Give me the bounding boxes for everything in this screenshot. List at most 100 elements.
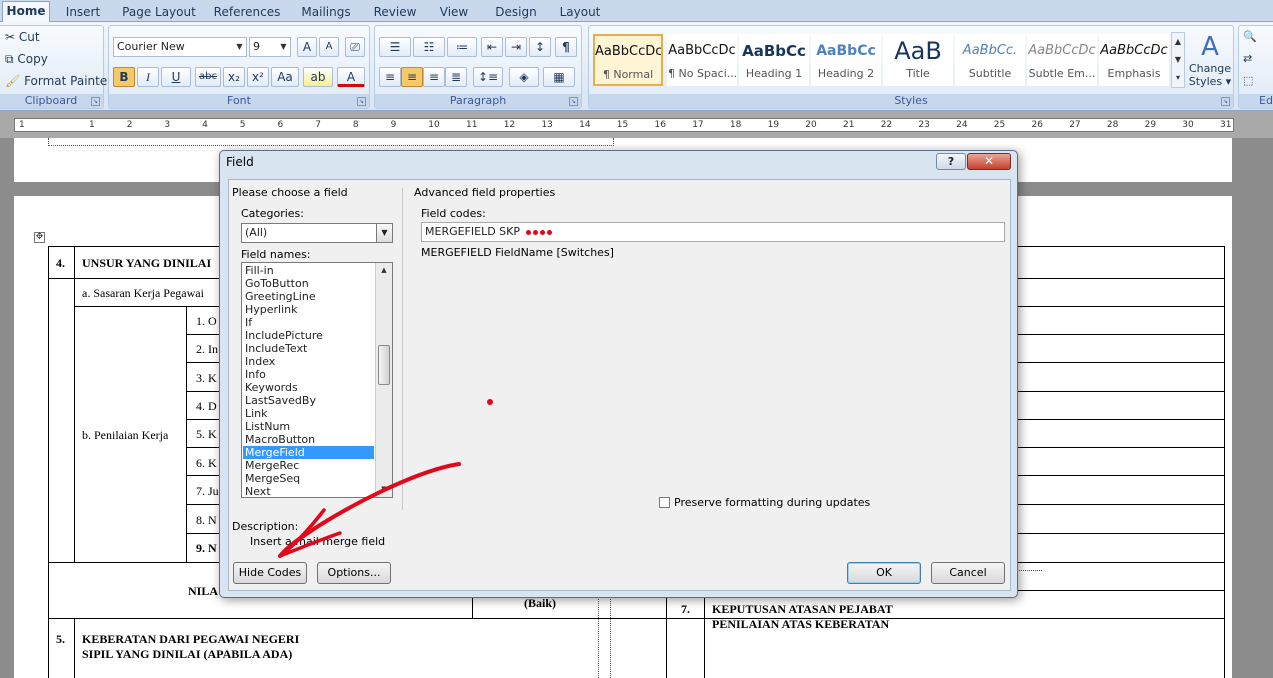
preserve-formatting-checkbox[interactable] — [659, 497, 670, 508]
syntax-hint: MERGEFIELD FieldName [Switches] — [421, 246, 614, 259]
list-item[interactable]: Hyperlink — [243, 303, 374, 316]
change-styles-button[interactable]: A Change Styles ▾ — [1187, 32, 1233, 88]
italic-button[interactable]: I — [137, 67, 159, 87]
field-codes-input[interactable]: MERGEFIELD SKP — [421, 222, 1005, 242]
list-item[interactable]: MergeRec — [243, 459, 374, 472]
decrease-indent-icon[interactable]: ⇤ — [481, 37, 503, 57]
font-color-icon[interactable]: A — [337, 67, 365, 87]
field-names-list[interactable]: Fill-in GoToButton GreetingLine Hyperlin… — [241, 262, 393, 498]
highlight-icon[interactable]: ab — [303, 67, 333, 87]
list-item[interactable]: Index — [243, 355, 374, 368]
shading-icon[interactable]: ◈ — [509, 67, 539, 87]
font-name-combo[interactable]: Courier New ▼ — [113, 37, 247, 57]
shrink-font-button[interactable]: A — [319, 37, 339, 57]
style-subtitle[interactable]: AaBbCc. Subtitle — [955, 34, 1025, 86]
help-button[interactable]: ? — [936, 153, 966, 170]
scrollbar-thumb[interactable] — [378, 345, 390, 385]
hide-codes-button[interactable]: Hide Codes — [233, 562, 307, 584]
cut-button[interactable]: ✂ Cut — [5, 30, 40, 44]
tab-design[interactable]: Design — [490, 3, 542, 22]
clipboard-launcher-icon[interactable]: ↘ — [91, 97, 100, 106]
superscript-button[interactable]: x² — [247, 67, 269, 87]
style-subtle-emphasis[interactable]: AaBbCcDc Subtle Em... — [1027, 34, 1097, 86]
replace-icon[interactable]: ⇄ — [1243, 52, 1252, 65]
field-list-scrollbar[interactable]: ▲ ▼ — [375, 263, 392, 497]
multilevel-list-icon[interactable]: ≔ — [447, 37, 477, 57]
bullets-icon[interactable]: ☰ — [379, 37, 411, 57]
list-item[interactable]: MergeSeq — [243, 472, 374, 485]
list-item[interactable]: ListNum — [243, 420, 374, 433]
bold-button[interactable]: B — [113, 67, 135, 87]
increase-indent-icon[interactable]: ⇥ — [505, 37, 527, 57]
numbering-icon[interactable]: ☷ — [413, 37, 445, 57]
grow-font-button[interactable]: A — [297, 37, 317, 57]
ruler-number: 28 — [1106, 120, 1119, 130]
list-item[interactable]: Fill-in — [243, 264, 374, 277]
align-center-icon[interactable]: ≡ — [401, 67, 423, 87]
tab-references[interactable]: References — [210, 3, 284, 22]
item-2: 2. In — [196, 342, 218, 356]
tab-insert[interactable]: Insert — [58, 3, 108, 22]
styles-launcher-icon[interactable]: ↘ — [1221, 97, 1230, 106]
tab-layout[interactable]: Layout — [554, 3, 606, 22]
styles-scroll-icon[interactable]: ▲ ▼ ▾ — [1171, 32, 1185, 88]
select-icon[interactable]: ⬚ — [1243, 74, 1253, 87]
close-button[interactable]: ✕ — [967, 153, 1011, 170]
list-item[interactable]: IncludePicture — [243, 329, 374, 342]
clipboard-group: ✂ Cut ⧉ Copy 🖌 Format Painter Clipboard … — [0, 25, 112, 109]
table-move-handle-icon[interactable]: ✥ — [34, 232, 45, 243]
list-item[interactable]: Info — [243, 368, 374, 381]
style-emphasis[interactable]: AaBbCcDc Emphasis — [1099, 34, 1169, 86]
list-item[interactable]: Next — [243, 485, 374, 497]
list-item-selected[interactable]: MergeField — [243, 446, 374, 459]
subscript-button[interactable]: x₂ — [223, 67, 245, 87]
ruler-number: 17 — [692, 120, 704, 130]
style-heading-1[interactable]: AaBbCc Heading 1 — [739, 34, 809, 86]
align-left-icon[interactable]: ≡ — [379, 67, 401, 87]
font-launcher-icon[interactable]: ↘ — [357, 97, 366, 106]
cancel-button[interactable]: Cancel — [931, 562, 1005, 584]
font-size-combo[interactable]: 9 ▼ — [249, 37, 291, 57]
list-item[interactable]: IncludeText — [243, 342, 374, 355]
line-spacing-icon[interactable]: ↕≡ — [473, 67, 503, 87]
change-case-button[interactable]: Aa — [271, 67, 299, 87]
scroll-up-icon[interactable]: ▲ — [376, 263, 392, 278]
strikethrough-button[interactable]: abc — [195, 67, 221, 87]
ok-button[interactable]: OK — [847, 562, 921, 584]
style-no-spacing[interactable]: AaBbCcDc ¶ No Spaci... — [667, 34, 737, 86]
options-button[interactable]: Options... — [317, 562, 391, 584]
underline-button[interactable]: U — [161, 67, 191, 87]
list-item[interactable]: Keywords — [243, 381, 374, 394]
change-styles-label-1: Change — [1188, 62, 1232, 75]
sort-icon[interactable]: ↕ — [529, 37, 551, 57]
list-item[interactable]: Link — [243, 407, 374, 420]
style-heading-2[interactable]: AaBbCc Heading 2 — [811, 34, 881, 86]
list-item[interactable]: GoToButton — [243, 277, 374, 290]
scroll-down-icon[interactable]: ▼ — [376, 482, 392, 497]
row7-line1: KEPUTUSAN ATASAN PEJABAT — [712, 602, 893, 616]
borders-icon[interactable]: ▦ — [543, 67, 575, 87]
list-item[interactable]: GreetingLine — [243, 290, 374, 303]
tab-page-layout[interactable]: Page Layout — [118, 3, 200, 22]
paragraph-launcher-icon[interactable]: ↘ — [569, 97, 578, 106]
find-icon[interactable]: 🔍 — [1243, 30, 1257, 43]
tab-mailings[interactable]: Mailings — [294, 3, 358, 22]
style-title[interactable]: AaB Title — [883, 34, 953, 86]
list-item[interactable]: LastSavedBy — [243, 394, 374, 407]
justify-icon[interactable]: ≣ — [445, 67, 467, 87]
format-painter-button[interactable]: 🖌 Format Painter — [5, 74, 112, 88]
styles-group-label: Styles — [589, 94, 1233, 108]
horizontal-ruler[interactable]: 1 1 2 3 4 5 6 7 8 9 10 11 12 13 14 15 16 17 18 19 20 21 22 23 24… — [14, 118, 1234, 132]
tab-home[interactable]: Home — [2, 1, 50, 23]
copy-button[interactable]: ⧉ Copy — [5, 52, 48, 67]
show-marks-button[interactable]: ¶ — [555, 37, 577, 57]
style-normal[interactable]: AaBbCcDc ¶ Normal — [593, 34, 663, 86]
categories-combo[interactable]: (All) ▼ — [241, 223, 393, 243]
align-right-icon[interactable]: ≡ — [423, 67, 445, 87]
tab-view[interactable]: View — [432, 3, 476, 22]
list-item[interactable]: If — [243, 316, 374, 329]
advanced-properties-label: Advanced field properties — [414, 186, 556, 199]
list-item[interactable]: MacroButton — [243, 433, 374, 446]
tab-review[interactable]: Review — [368, 3, 422, 22]
clear-formatting-icon[interactable]: ⎚ — [345, 37, 365, 57]
